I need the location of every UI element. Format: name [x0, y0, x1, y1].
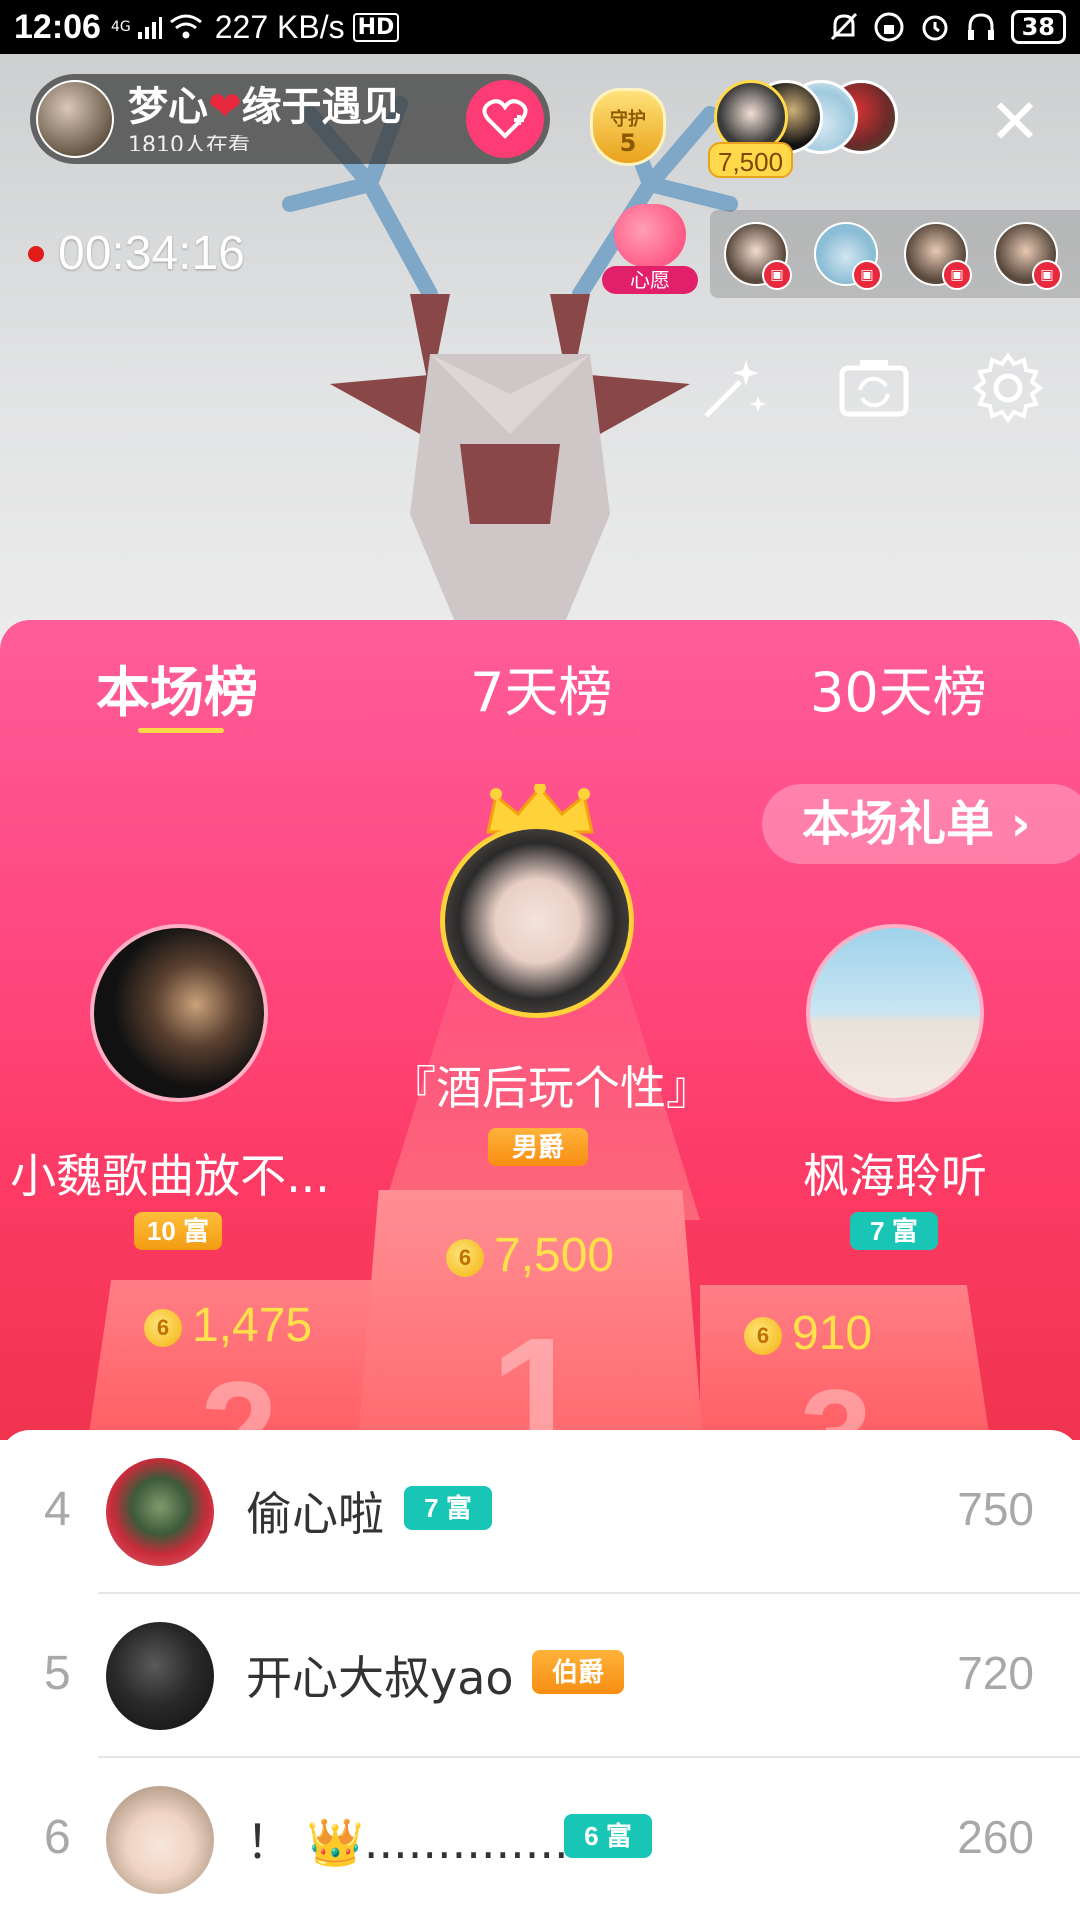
host-name: 梦心❤缘于遇见 — [128, 84, 402, 130]
network-indicator: 4G — [111, 13, 203, 41]
battery-icon: 38 — [1010, 10, 1066, 44]
second-place-avatar[interactable] — [90, 924, 268, 1102]
fan-avatar[interactable]: ▣ — [994, 222, 1062, 290]
coin-icon: 6 — [744, 1317, 782, 1356]
status-bar: 12:06 4G 227 KB/s HD 38 — [0, 0, 1080, 54]
heart-plus-icon — [482, 99, 528, 139]
fan-avatar[interactable]: ▣ — [724, 222, 792, 290]
list-item[interactable]: 5 开心大叔yao 伯爵 720 — [0, 1594, 1080, 1758]
heart-face-icon — [614, 204, 686, 268]
headphones-icon — [967, 13, 994, 40]
sofa-icon: ▣ — [942, 260, 972, 290]
top-contribution-count: 7,500 — [708, 142, 794, 178]
settings-gear-icon[interactable] — [970, 350, 1046, 426]
list-item[interactable]: 6 ！ 👑.................. 6 富 260 — [0, 1758, 1080, 1920]
alarm-icon — [922, 15, 948, 41]
hd-icon: HD — [352, 12, 400, 42]
sofa-icon: ▣ — [852, 260, 882, 290]
seated-fans[interactable]: ▣ ▣ ▣ ▣ — [710, 210, 1080, 298]
guard-badge[interactable]: 守护 5 — [580, 80, 676, 168]
wish-button[interactable]: 心愿 — [600, 204, 700, 300]
first-place-amount: 6 7,500 — [446, 1228, 614, 1283]
signal-icon — [137, 17, 162, 39]
host-info[interactable]: 梦心❤缘于遇见 1810人在看 — [30, 74, 550, 164]
level-badge: 7 富 — [404, 1486, 492, 1530]
lock-rotation-icon — [874, 12, 904, 42]
list-item[interactable]: 4 偷心啦 7 富 750 — [0, 1430, 1080, 1594]
third-place-level-badge: 7 富 — [850, 1212, 938, 1250]
first-place-level-badge: 男爵 — [488, 1128, 588, 1166]
first-place-name[interactable]: 『酒后玩个性』 — [390, 1052, 712, 1118]
fan-avatar[interactable]: ▣ — [904, 222, 972, 290]
gift-list-button[interactable]: 本场礼单 › — [762, 784, 1080, 864]
third-place-amount: 6 910 — [744, 1306, 872, 1361]
first-place-avatar[interactable] — [440, 824, 634, 1018]
viewer-count: 1810人在看 — [128, 135, 250, 151]
coin-icon: 6 — [446, 1239, 484, 1278]
network-type: 4G — [110, 19, 131, 35]
host-avatar[interactable] — [36, 80, 114, 158]
tab-current-session[interactable]: 本场榜 — [96, 648, 258, 727]
third-place-avatar[interactable] — [806, 924, 984, 1102]
fan-avatar[interactable]: ▣ — [814, 222, 882, 290]
level-badge: 伯爵 — [532, 1650, 624, 1694]
flip-camera-icon[interactable] — [836, 350, 912, 426]
beauty-wand-icon[interactable] — [696, 350, 772, 426]
recording-dot-icon — [28, 245, 44, 262]
status-time: 12:06 — [14, 7, 101, 46]
heart-icon: ❤ — [208, 84, 242, 130]
close-button[interactable]: ✕ — [985, 91, 1045, 153]
third-place-name[interactable]: 枫海聆听 — [790, 1140, 1000, 1206]
second-place-level-badge: 10 富 — [134, 1212, 222, 1250]
active-tab-indicator — [138, 728, 224, 733]
live-timer: 00:34:16 — [28, 226, 245, 281]
top-contributors[interactable]: 7,500 — [708, 80, 944, 178]
sofa-icon: ▣ — [1032, 260, 1062, 290]
wifi-icon — [169, 14, 202, 39]
ranking-tabs: 本场榜 7天榜 30天榜 — [0, 620, 1080, 740]
mute-bell-icon — [830, 12, 857, 41]
coin-icon: 6 — [144, 1309, 182, 1348]
user-avatar[interactable] — [106, 1622, 214, 1730]
tab-30-days[interactable]: 30天榜 — [810, 648, 987, 727]
tab-7-days[interactable]: 7天榜 — [470, 648, 612, 727]
user-avatar[interactable] — [106, 1458, 214, 1566]
deer-head-decoration — [282, 96, 738, 634]
user-avatar[interactable] — [106, 1786, 214, 1894]
second-place-amount: 6 1,475 — [144, 1298, 312, 1353]
second-place-name[interactable]: 小魏歌曲放不... — [0, 1140, 340, 1206]
network-speed: 227 KB/s — [214, 8, 345, 45]
follow-button[interactable] — [466, 80, 544, 158]
ranking-list: 4 偷心啦 7 富 750 5 开心大叔yao 伯爵 720 6 ！ 👑....… — [0, 1430, 1080, 1920]
level-badge: 6 富 — [564, 1814, 652, 1858]
sofa-icon: ▣ — [762, 260, 792, 290]
